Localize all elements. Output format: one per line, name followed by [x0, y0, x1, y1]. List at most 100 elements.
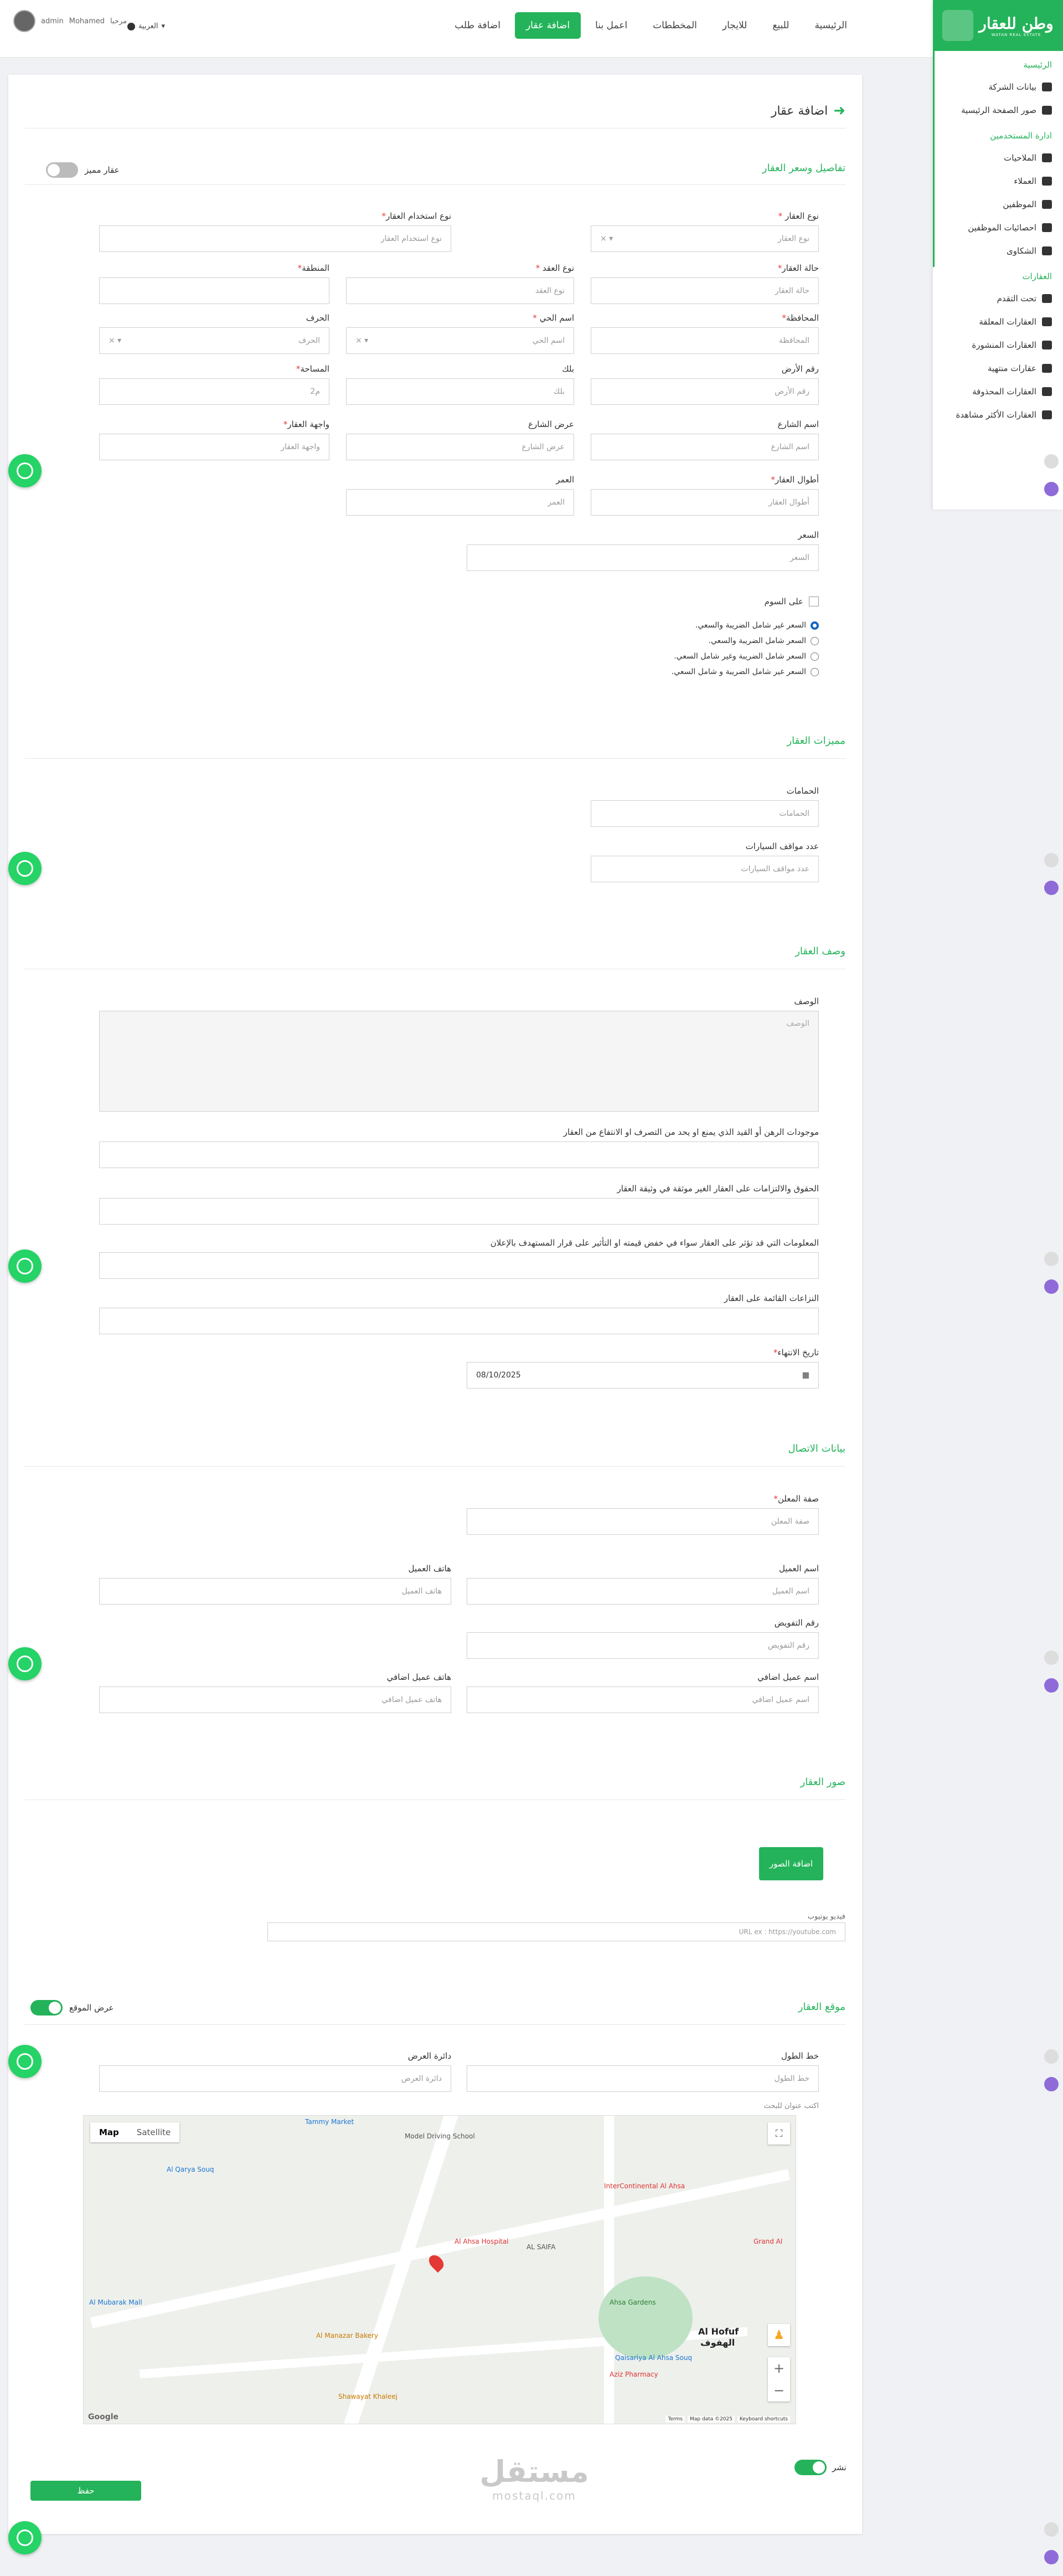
nav-work-with-us[interactable]: اعمل بنا — [584, 12, 638, 39]
sidebar-item-complaints[interactable]: الشكاوى — [933, 239, 1063, 263]
translate-icon[interactable] — [1044, 1252, 1059, 1266]
map-terms-link[interactable]: Terms — [665, 2416, 685, 2423]
authorization-input[interactable]: رقم التفويض — [467, 1632, 819, 1659]
radio-button[interactable] — [811, 652, 819, 661]
radio-button[interactable] — [811, 636, 819, 645]
area-input[interactable]: م2 — [99, 378, 329, 405]
street-width-input[interactable]: عرض الشارع — [346, 434, 574, 460]
parking-input[interactable]: عدد مواقف السيارات — [591, 856, 819, 882]
translate-icon[interactable] — [1044, 454, 1059, 469]
user-menu[interactable]: admin Mohamed مرحبا — [13, 10, 127, 32]
sidebar-item-permissions[interactable]: الملاحيات — [933, 146, 1063, 169]
fullscreen-icon[interactable]: ⛶ — [768, 2122, 790, 2145]
advertiser-role-input[interactable]: صفة المعلن — [467, 1508, 819, 1535]
contract-type-input[interactable]: نوع العقد — [346, 277, 574, 304]
sidebar-item-pending[interactable]: العقارات المعلقة — [933, 310, 1063, 333]
radio-button[interactable] — [811, 667, 819, 676]
sidebar-item-in-progress[interactable]: تحت التقدم — [933, 287, 1063, 310]
disputes-input[interactable] — [99, 1308, 819, 1334]
direction-select[interactable]: الحرف ▾ × — [99, 327, 329, 354]
property-status-input[interactable]: حالة العقار — [591, 277, 819, 304]
extension-icon[interactable] — [1044, 2550, 1059, 2564]
extension-icon[interactable] — [1044, 881, 1059, 895]
zoom-out-button[interactable]: − — [768, 2379, 790, 2402]
translate-icon[interactable] — [1044, 2049, 1059, 2064]
mortgage-input[interactable] — [99, 1142, 819, 1168]
block-input[interactable]: بلك — [346, 378, 574, 405]
whatsapp-button[interactable] — [8, 2045, 42, 2078]
extra-client-name-input[interactable]: اسم عميل اضافي — [467, 1687, 819, 1713]
land-no-input[interactable]: رقم الأرض — [591, 378, 819, 405]
extension-icon[interactable] — [1044, 1678, 1059, 1693]
lengths-input[interactable]: أطوال العقار — [591, 489, 819, 516]
address-search-hint[interactable]: اكتب عنوان للبحث — [763, 2102, 819, 2110]
sidebar-item-most-viewed[interactable]: العقارات الأكثر مشاهدة — [933, 403, 1063, 426]
nav-plans[interactable]: المخططات — [642, 12, 708, 39]
street-name-input[interactable]: اسم الشارع — [591, 434, 819, 460]
on-bid-checkbox[interactable] — [809, 597, 819, 606]
avatar[interactable] — [13, 10, 35, 32]
map-type-map[interactable]: Map — [90, 2122, 128, 2142]
street-view-pegman-icon[interactable]: ♟ — [768, 2324, 790, 2346]
whatsapp-button[interactable] — [8, 1647, 42, 1680]
sidebar-item-published[interactable]: العقارات المنشورة — [933, 333, 1063, 357]
whatsapp-button[interactable] — [8, 2521, 42, 2554]
extra-client-phone-input[interactable]: هاتف عميل اضافي — [99, 1687, 451, 1713]
facade-input[interactable]: واجهة العقار — [99, 434, 329, 460]
price-option-3[interactable]: السعر شامل الضريبة وغير شامل السعي. — [672, 652, 819, 661]
price-option-2[interactable]: السعر شامل الضريبة والسعي. — [672, 636, 819, 645]
translate-icon[interactable] — [1044, 853, 1059, 867]
translate-icon[interactable] — [1044, 1651, 1059, 1665]
latitude-input[interactable]: دائرة العرض — [99, 2065, 451, 2092]
age-input[interactable]: العمر — [346, 489, 574, 516]
sidebar-item-home-images[interactable]: صور الصفحة الرئيسية — [933, 99, 1063, 122]
longitude-input[interactable]: خط الطول — [467, 2065, 819, 2092]
price-input[interactable]: السعر — [467, 544, 819, 571]
featured-toggle[interactable] — [46, 162, 78, 178]
price-option-1[interactable]: السعر غير شامل الضريبة والسعي. — [672, 621, 819, 630]
whatsapp-button[interactable] — [8, 1250, 42, 1283]
rights-input[interactable] — [99, 1198, 819, 1225]
price-option-4[interactable]: السعر غير شامل الضريبة و شامل السعي. — [672, 667, 819, 676]
client-phone-input[interactable]: هاتف العميل — [99, 1578, 451, 1605]
map-type-satellite[interactable]: Satellite — [128, 2122, 179, 2142]
nav-for-rent[interactable]: للايجار — [711, 12, 758, 39]
sidebar-item-expired[interactable]: عقارات منتهية — [933, 357, 1063, 380]
extension-icon[interactable] — [1044, 1279, 1059, 1294]
map[interactable]: Satellite Map Al Hofuf الهفوف AL SAIFA A… — [83, 2115, 796, 2424]
nav-for-sale[interactable]: للبيع — [761, 12, 800, 39]
sidebar-item-deleted[interactable]: العقارات المحذوفة — [933, 380, 1063, 403]
add-images-button[interactable]: اضافة الصور — [759, 1847, 823, 1880]
nav-add-property[interactable]: اضافة عقار — [514, 12, 581, 39]
calendar-icon[interactable]: ▦ — [802, 1371, 809, 1380]
zoom-in-button[interactable]: + — [768, 2357, 790, 2379]
description-textarea[interactable]: الوصف — [99, 1011, 819, 1112]
info-input[interactable] — [99, 1252, 819, 1279]
extension-icon[interactable] — [1044, 482, 1059, 496]
map-shortcuts-link[interactable]: Keyboard shortcuts — [737, 2416, 790, 2423]
expiry-date-input[interactable]: ▦ 08/10/2025 — [467, 1362, 819, 1389]
district-select[interactable]: اسم الحي ▾ × — [346, 327, 574, 354]
sidebar-item-company-data[interactable]: بيانات الشركة — [933, 75, 1063, 99]
nav-add-request[interactable]: اضافة طلب — [443, 12, 512, 39]
region-input[interactable] — [99, 277, 329, 304]
governorate-input[interactable]: المحافظة — [591, 327, 819, 354]
whatsapp-button[interactable] — [8, 852, 42, 885]
whatsapp-button[interactable] — [8, 454, 42, 487]
show-location-toggle[interactable] — [30, 2000, 63, 2015]
property-type-select[interactable]: نوع العقار ▾ × — [591, 225, 819, 252]
usage-type-input[interactable]: نوع استخدام العقار — [99, 225, 451, 252]
nav-home[interactable]: الرئيسية — [803, 12, 858, 39]
client-name-input[interactable]: اسم العميل — [467, 1578, 819, 1605]
radio-button[interactable] — [811, 621, 819, 630]
translate-icon[interactable] — [1044, 2522, 1059, 2537]
youtube-input[interactable]: URL ex : https://youtube.com — [267, 1922, 845, 1941]
sidebar-item-employee-stats[interactable]: احصائيات الموظفين — [933, 216, 1063, 239]
publish-toggle[interactable] — [794, 2460, 827, 2475]
bathrooms-input[interactable]: الحمامات — [591, 800, 819, 827]
sidebar-item-clients[interactable]: العملاء — [933, 169, 1063, 193]
save-button[interactable]: حفظ — [30, 2481, 141, 2501]
sidebar-item-employees[interactable]: الموظفين — [933, 193, 1063, 216]
logo[interactable]: وطن للعقار WATAN REAL ESTATE — [933, 0, 1063, 51]
language-switcher[interactable]: ▾ العربية — [127, 22, 165, 30]
